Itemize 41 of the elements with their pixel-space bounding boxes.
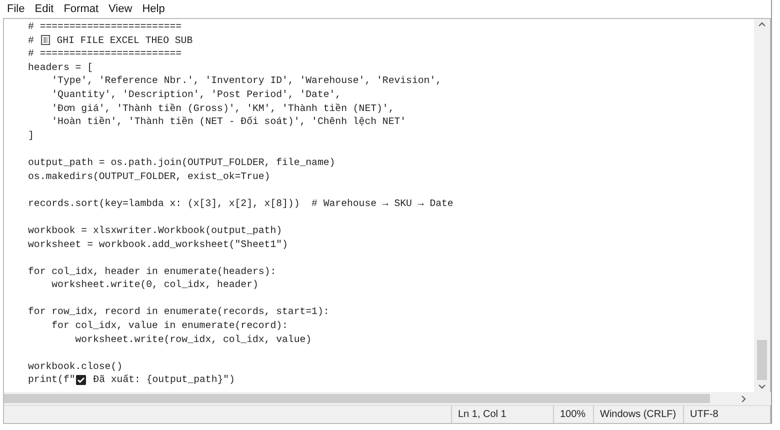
scroll-down-icon[interactable] (758, 384, 766, 390)
code-line: for row_idx, record in enumerate(records, start=1): (28, 305, 330, 320)
code-line: worksheet.write(0, col_idx, header) (50, 278, 258, 292)
code-text: # (28, 34, 35, 48)
line-endings: Windows (CRLF) (593, 406, 683, 423)
code-line: worksheet.write(row_idx, col_idx, value) (74, 332, 312, 346)
spreadsheet-icon (40, 35, 50, 46)
code-line: os.makedirs(OUTPUT_FOLDER, exist_ok=True) (28, 170, 270, 184)
menu-item[interactable]: Format (58, 3, 104, 15)
scroll-up-icon[interactable] (758, 21, 766, 27)
code-line: workbook.close() (28, 360, 123, 374)
code-line: worksheet = workbook.add_worksheet("Sheet1") (28, 238, 288, 252)
code-text: print(f" (28, 373, 76, 388)
code-line: headers = [ (28, 60, 93, 74)
menu-item[interactable]: View (104, 3, 138, 15)
menu-item[interactable]: Help (137, 3, 170, 15)
code-line: records.sort(key=lambda x: (x[3], x[2], x[8])) # Warehouse → SKU → Date (28, 196, 454, 210)
code-text: GHI FILE EXCEL THEO SUB (56, 34, 193, 48)
code-line: 'Type', 'Reference Nbr.', 'Inventory ID', 'Warehouse', 'Revision', (50, 74, 442, 88)
code-line: # ======================== (28, 47, 182, 61)
code-line: for col_idx, value in enumerate(record): (50, 319, 288, 333)
code-text: Đã xuất: {output_path}") (92, 373, 235, 388)
code-line: 'Quantity', 'Description', 'Post Period', 'Date', (50, 88, 342, 102)
code-line: 'Đơn giá', 'Thành tiền (Gross)', 'KM', 'Thành tiền (NET)', (50, 102, 394, 116)
cursor-position: Ln 1, Col 1 (451, 406, 553, 423)
code-line: for col_idx, header in enumerate(headers): (28, 264, 276, 278)
code-line: ] (28, 128, 34, 142)
checkmark-icon (76, 375, 86, 386)
scrollbar-thumb[interactable] (757, 340, 767, 380)
scroll-right-icon[interactable] (741, 394, 747, 402)
code-line: # ======================== (28, 20, 182, 34)
zoom-level: 100% (553, 406, 593, 423)
horizontal-scrollbar[interactable] (3, 392, 771, 405)
menu-item[interactable]: Edit (30, 3, 59, 15)
code-line: output_path = os.path.join(OUTPUT_FOLDER, file_name) (28, 156, 336, 170)
encoding: UTF-8 (683, 406, 767, 423)
code-line: workbook = xlsxwriter.Workbook(output_path) (28, 224, 282, 238)
menu-item[interactable]: File (2, 3, 30, 15)
scrollbar-thumb[interactable] (4, 394, 710, 403)
vertical-scrollbar[interactable] (754, 19, 770, 392)
code-line: 'Hoàn tiền', 'Thành tiền (NET - Đối soát)', 'Chênh lệch NET' (50, 115, 406, 129)
